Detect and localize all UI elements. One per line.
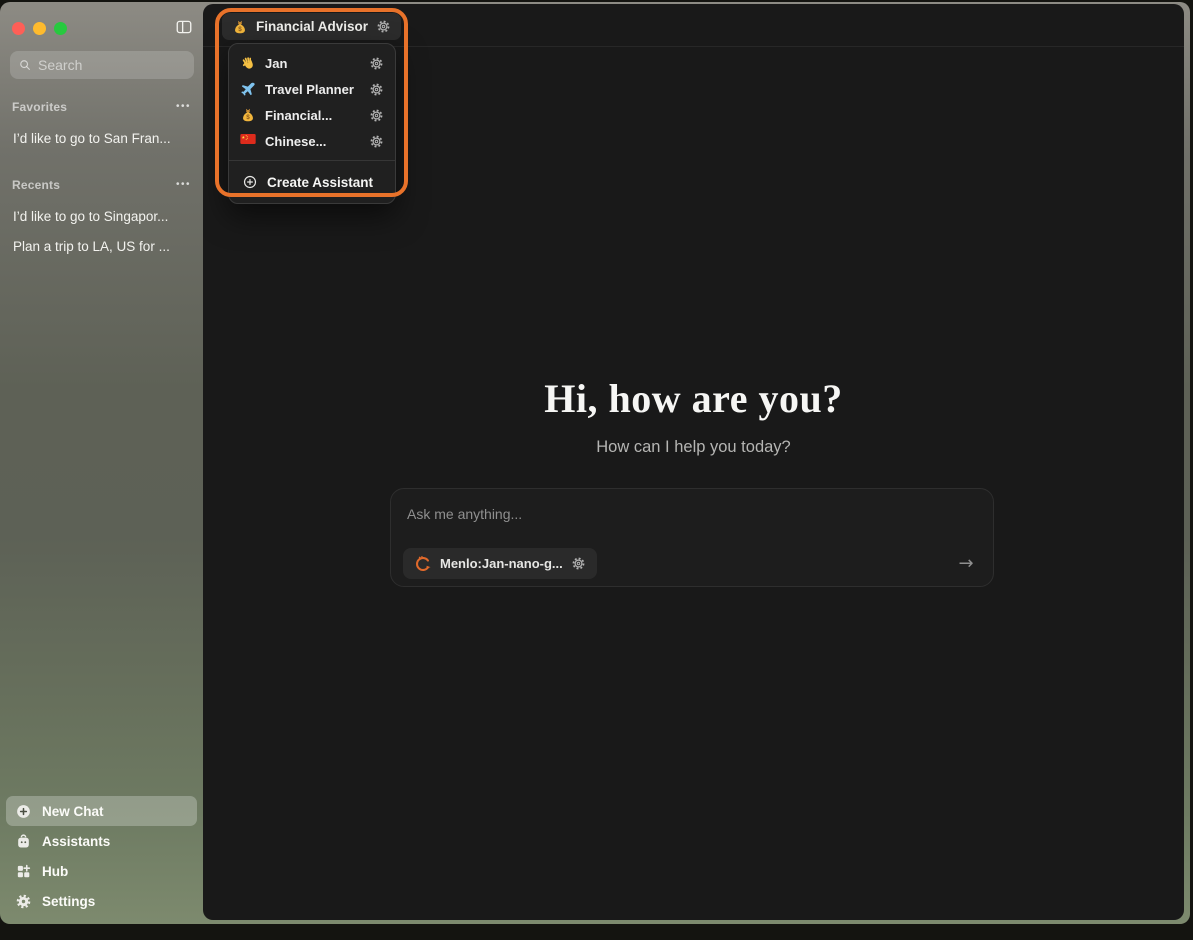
money-bag-icon: [240, 107, 256, 123]
gear-icon: [571, 556, 586, 571]
greeting-subtitle: How can I help you today?: [203, 438, 1184, 457]
chat-item[interactable]: I’d like to go to San Fran...: [6, 124, 197, 152]
assistant-option-label: Travel Planner: [265, 82, 360, 97]
assistant-option-travel-planner[interactable]: Travel Planner: [229, 76, 395, 102]
gear-icon: [369, 108, 384, 123]
chat-item[interactable]: Plan a trip to LA, US for ...: [6, 232, 197, 260]
assistant-selector-label: Financial Advisor: [256, 19, 368, 34]
model-provider-icon: [414, 555, 432, 573]
settings-icon: [15, 893, 32, 910]
app-window: Favorites ••• I’d like to go to San Fran…: [0, 2, 1190, 924]
gear-icon: [376, 19, 391, 34]
chat-item[interactable]: I’d like to go to Singapor...: [6, 202, 197, 230]
hub-icon: [15, 863, 32, 880]
assistant-selector-button[interactable]: Financial Advisor: [222, 13, 401, 40]
dropdown-separator: [229, 160, 395, 161]
assistant-option-chinese[interactable]: Chinese...: [229, 128, 395, 154]
greeting-title: Hi, how are you?: [203, 375, 1184, 422]
gear-icon: [369, 134, 384, 149]
close-button[interactable]: [12, 22, 25, 35]
nav-label: Settings: [42, 894, 95, 909]
sidebar-toggle-button[interactable]: [173, 18, 195, 38]
zoom-button[interactable]: [54, 22, 67, 35]
window-controls: [12, 22, 67, 35]
assistant-option-settings-button[interactable]: [369, 134, 384, 149]
recents-label: Recents: [12, 178, 60, 192]
create-assistant-button[interactable]: Create Assistant: [229, 167, 395, 197]
assistant-option-label: Jan: [265, 56, 360, 71]
sidebar: Favorites ••• I’d like to go to San Fran…: [0, 2, 203, 924]
sidebar-bottom-nav: New Chat Assistants Hub Settings: [6, 796, 197, 916]
favorites-section-header: Favorites •••: [12, 99, 193, 115]
airplane-icon: [240, 81, 256, 97]
search-icon: [18, 58, 32, 72]
send-button[interactable]: →: [953, 548, 979, 579]
gear-icon: [369, 56, 384, 71]
main-titlebar: Financial Advisor: [203, 4, 1184, 47]
assistant-option-jan[interactable]: Jan: [229, 50, 395, 76]
composer: Menlo:Jan-nano-g... →: [390, 488, 994, 587]
minimize-button[interactable]: [33, 22, 46, 35]
money-bag-icon: [232, 19, 248, 35]
assistant-option-settings-button[interactable]: [369, 56, 384, 71]
assistant-option-settings-button[interactable]: [369, 108, 384, 123]
main-panel: Financial Advisor Jan Travel Planner: [203, 4, 1184, 920]
assistant-settings-button[interactable]: [376, 19, 391, 34]
recents-more-button[interactable]: •••: [174, 178, 193, 192]
wave-icon: [240, 55, 256, 71]
nav-label: New Chat: [42, 804, 104, 819]
sidebar-item-new-chat[interactable]: New Chat: [6, 796, 197, 826]
assistant-option-label: Financial...: [265, 108, 360, 123]
arrow-right-icon: →: [958, 553, 973, 574]
assistant-option-settings-button[interactable]: [369, 82, 384, 97]
screen: Favorites ••• I’d like to go to San Fran…: [0, 0, 1193, 940]
nav-label: Hub: [42, 864, 68, 879]
favorites-label: Favorites: [12, 100, 67, 114]
model-selector-label: Menlo:Jan-nano-g...: [440, 556, 563, 571]
sidebar-item-settings[interactable]: Settings: [6, 886, 197, 916]
sidebar-titlebar: [12, 19, 195, 37]
model-selector-button[interactable]: Menlo:Jan-nano-g...: [403, 548, 597, 579]
model-settings-button[interactable]: [571, 556, 586, 571]
assistants-icon: [15, 833, 32, 850]
search-bar[interactable]: [10, 51, 194, 79]
assistant-dropdown: Jan Travel Planner Financial... Chinese.…: [228, 43, 396, 204]
message-input[interactable]: [407, 503, 977, 525]
sidebar-toggle-icon: [174, 18, 194, 36]
recents-section-header: Recents •••: [12, 177, 193, 193]
new-chat-icon: [15, 803, 32, 820]
search-input[interactable]: [38, 57, 186, 73]
assistant-option-label: Chinese...: [265, 134, 360, 149]
gear-icon: [369, 82, 384, 97]
sidebar-item-hub[interactable]: Hub: [6, 856, 197, 886]
greeting: Hi, how are you? How can I help you toda…: [203, 375, 1184, 457]
sidebar-item-assistants[interactable]: Assistants: [6, 826, 197, 856]
assistant-option-financial[interactable]: Financial...: [229, 102, 395, 128]
china-flag-icon: [240, 133, 256, 149]
nav-label: Assistants: [42, 834, 110, 849]
plus-circle-icon: [242, 174, 258, 190]
favorites-more-button[interactable]: •••: [174, 100, 193, 114]
create-assistant-label: Create Assistant: [267, 175, 373, 190]
